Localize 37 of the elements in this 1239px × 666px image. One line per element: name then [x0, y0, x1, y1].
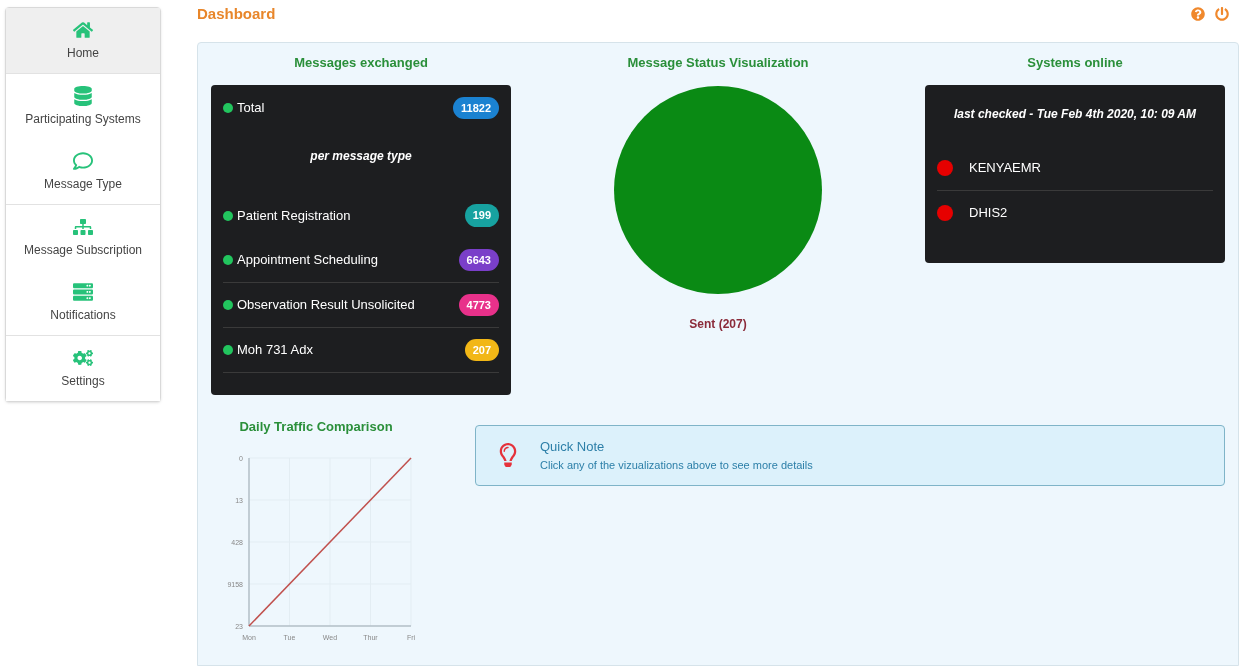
- count-badge: 11822: [453, 96, 499, 119]
- database-icon: [73, 85, 93, 106]
- sidebar-item[interactable]: Notifications: [6, 270, 160, 335]
- pie-label: Sent (207): [689, 315, 747, 333]
- chat-bubble-icon: [73, 150, 93, 171]
- section-title: Message Status Visualization: [627, 54, 809, 72]
- message-type-label: Appointment Scheduling: [237, 251, 378, 270]
- sidebar-item[interactable]: Message Subscription: [6, 205, 160, 270]
- last-checked-text: last checked - Tue Feb 4th 2020, 10: 09 AM: [952, 105, 1198, 123]
- note-text: Click any of the vizualizations above to see more details: [540, 457, 813, 473]
- message-type-label: Patient Registration: [237, 206, 351, 225]
- card-subtitle: per message type: [309, 148, 413, 165]
- total-label: Total: [237, 99, 265, 117]
- system-name: DHIS2: [969, 203, 1008, 222]
- message-type-label: Moh 731 Adx: [237, 341, 313, 360]
- sidebar-item[interactable]: Message Type: [6, 139, 160, 204]
- pie-chart[interactable]: [614, 85, 822, 294]
- section-title: Systems online: [1027, 54, 1123, 72]
- count-badge: 207: [464, 338, 499, 362]
- count-badge: 4773: [458, 293, 499, 317]
- sitemap-icon: [73, 216, 93, 237]
- note-title: Quick Note: [540, 438, 606, 456]
- sidebar-item[interactable]: Settings: [6, 336, 160, 401]
- server-icon: [73, 281, 93, 302]
- help-icon[interactable]: [1191, 7, 1205, 21]
- sidebar-item[interactable]: Participating Systems: [6, 74, 160, 139]
- chart-title: Daily Traffic Comparison: [239, 417, 393, 436]
- sidebar-item[interactable]: Home: [6, 8, 160, 73]
- section-title: Messages exchanged: [294, 54, 428, 72]
- gears-icon: [73, 347, 93, 368]
- count-badge: 6643: [458, 248, 499, 272]
- page-title: Dashboard: [197, 3, 276, 24]
- message-type-label: Observation Result Unsolicited: [237, 296, 415, 315]
- power-icon[interactable]: [1215, 7, 1229, 21]
- home-icon: [73, 19, 93, 40]
- system-name: KENYAEMR: [969, 159, 1041, 178]
- count-badge: 199: [464, 204, 499, 227]
